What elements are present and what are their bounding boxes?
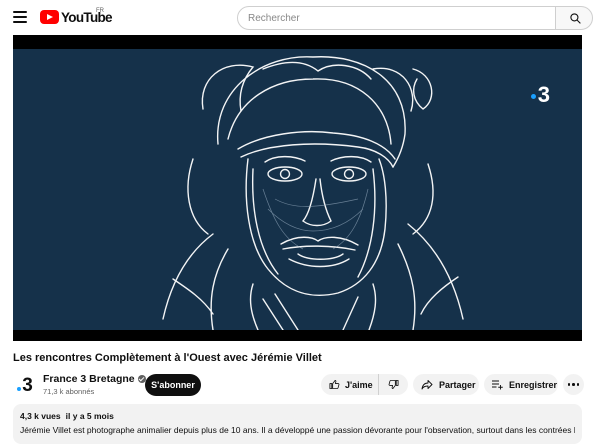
description-text: Jérémie Villet est photographe animalier… bbox=[20, 425, 575, 435]
like-button[interactable]: J'aime bbox=[321, 374, 379, 395]
menu-icon[interactable] bbox=[13, 11, 27, 23]
more-options-icon[interactable] bbox=[563, 374, 584, 395]
video-player[interactable]: 3 bbox=[13, 35, 582, 341]
description-box[interactable]: 4,3 k vues il y a 5 mois Jérémie Villet e… bbox=[13, 404, 582, 444]
save-to-playlist-button[interactable]: Enregistrer bbox=[484, 374, 558, 395]
portrait-line-drawing bbox=[162, 56, 464, 330]
like-dislike-group: J'aime bbox=[321, 374, 408, 395]
subscriber-count: 71,3 k abonnés bbox=[43, 387, 95, 396]
search-input[interactable] bbox=[237, 6, 556, 30]
add-to-playlist-icon bbox=[492, 380, 503, 390]
view-count: 4,3 k vues bbox=[20, 411, 61, 421]
player-letterbox-bottom bbox=[13, 330, 582, 341]
dislike-button[interactable] bbox=[379, 374, 408, 395]
subscribe-button[interactable]: S'abonner bbox=[145, 374, 201, 396]
avatar-dot-icon bbox=[17, 386, 22, 391]
player-letterbox-top bbox=[13, 35, 582, 49]
channel-name[interactable]: France 3 Bretagne bbox=[43, 373, 146, 385]
region-code: FR bbox=[96, 8, 104, 14]
thumbs-up-icon bbox=[329, 379, 340, 390]
youtube-logo-icon bbox=[40, 10, 59, 24]
player-controls[interactable] bbox=[550, 333, 572, 338]
logo-text: YouTube bbox=[61, 9, 113, 25]
watermark-dot-icon bbox=[530, 94, 536, 99]
share-button[interactable]: Partager bbox=[413, 374, 479, 395]
top-bar: YouTube FR bbox=[0, 0, 594, 34]
channel-avatar[interactable]: 3 bbox=[13, 373, 37, 397]
thumbs-down-icon bbox=[388, 379, 399, 390]
video-title: Les rencontres Complètement à l'Ouest av… bbox=[13, 352, 322, 364]
search-button[interactable] bbox=[555, 6, 593, 30]
video-frame[interactable]: 3 bbox=[13, 49, 582, 330]
share-arrow-icon bbox=[421, 380, 433, 390]
view-stats: 4,3 k vues il y a 5 mois bbox=[20, 411, 575, 421]
search-icon bbox=[570, 13, 581, 24]
upload-age: il y a 5 mois bbox=[65, 411, 114, 421]
channel-watermark: 3 bbox=[530, 84, 550, 106]
